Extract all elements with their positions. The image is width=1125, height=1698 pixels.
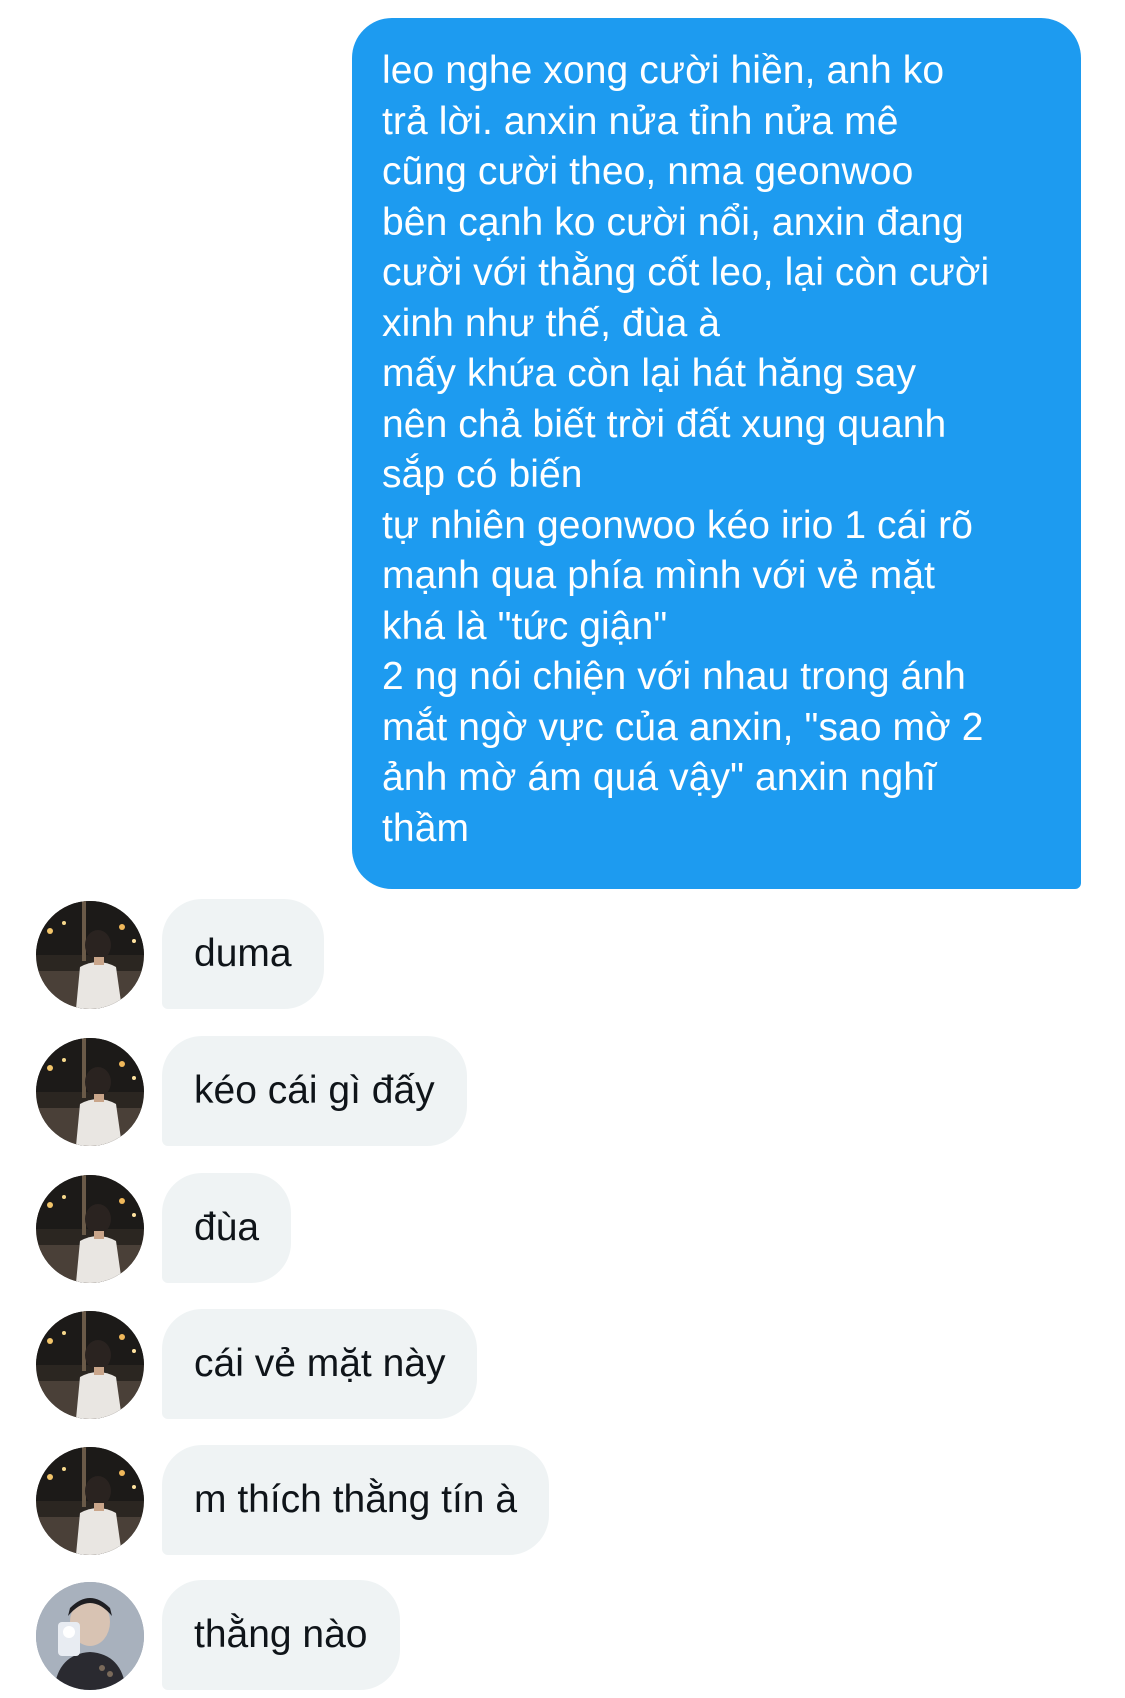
incoming-message-bubble[interactable]: duma xyxy=(162,899,324,1009)
incoming-message-bubble[interactable]: m thích thằng tín à xyxy=(162,1445,550,1555)
sender-avatar[interactable] xyxy=(36,1447,144,1555)
message-line: tự nhiên geonwoo kéo irio 1 cái rõ xyxy=(382,503,974,547)
message-line: sắp có biến xyxy=(382,453,583,496)
message-line: cười với thằng cốt leo, lại còn cười xyxy=(382,251,990,294)
conversation-view: leo nghe xong cười hiền, anh ko trả lời.… xyxy=(0,0,1125,1698)
message-line: mạnh qua phía mình với vẻ mặt xyxy=(382,554,936,597)
sender-avatar[interactable] xyxy=(36,1038,144,1146)
message-line: 2 ng nói chiện với nhau trong ánh xyxy=(382,655,966,698)
sender-avatar[interactable] xyxy=(36,1311,144,1419)
outgoing-message-bubble[interactable]: leo nghe xong cười hiền, anh ko trả lời.… xyxy=(352,18,1081,889)
mirror-selfie-avatar-icon xyxy=(36,1582,144,1690)
message-line: xinh như thế, đùa à xyxy=(382,301,721,345)
incoming-message-bubble[interactable]: thằng nào xyxy=(162,1580,400,1690)
night-street-avatar-icon xyxy=(36,1175,144,1283)
night-street-avatar-icon xyxy=(36,1311,144,1419)
night-street-avatar-icon xyxy=(36,1447,144,1555)
sender-avatar[interactable] xyxy=(36,1582,144,1690)
message-line: leo nghe xong cười hiền, anh ko xyxy=(382,49,945,92)
incoming-message-bubble[interactable]: kéo cái gì đấy xyxy=(162,1036,467,1146)
incoming-message-bubble[interactable]: cái vẻ mặt này xyxy=(162,1309,478,1419)
night-street-avatar-icon xyxy=(36,901,144,1009)
sender-avatar[interactable] xyxy=(36,1175,144,1283)
message-line: mắt ngờ vực của anxin, "sao mờ 2 xyxy=(382,705,984,749)
message-line: trả lời. anxin nửa tỉnh nửa mê xyxy=(382,99,899,143)
night-street-avatar-icon xyxy=(36,1038,144,1146)
message-line: cũng cười theo, nma geonwoo xyxy=(382,150,914,193)
sender-avatar[interactable] xyxy=(36,901,144,1009)
message-line: ảnh mờ ám quá vậy" anxin nghĩ xyxy=(382,756,936,799)
message-line: thầm xyxy=(382,806,470,850)
message-line: bên cạnh ko cười nổi, anxin đang xyxy=(382,200,964,244)
message-line: khá là "tức giận" xyxy=(382,604,668,648)
message-line: mấy khứa còn lại hát hăng say xyxy=(382,352,917,395)
message-line: nên chả biết trời đất xung quanh xyxy=(382,402,947,446)
incoming-message-bubble[interactable]: đùa xyxy=(162,1173,292,1283)
